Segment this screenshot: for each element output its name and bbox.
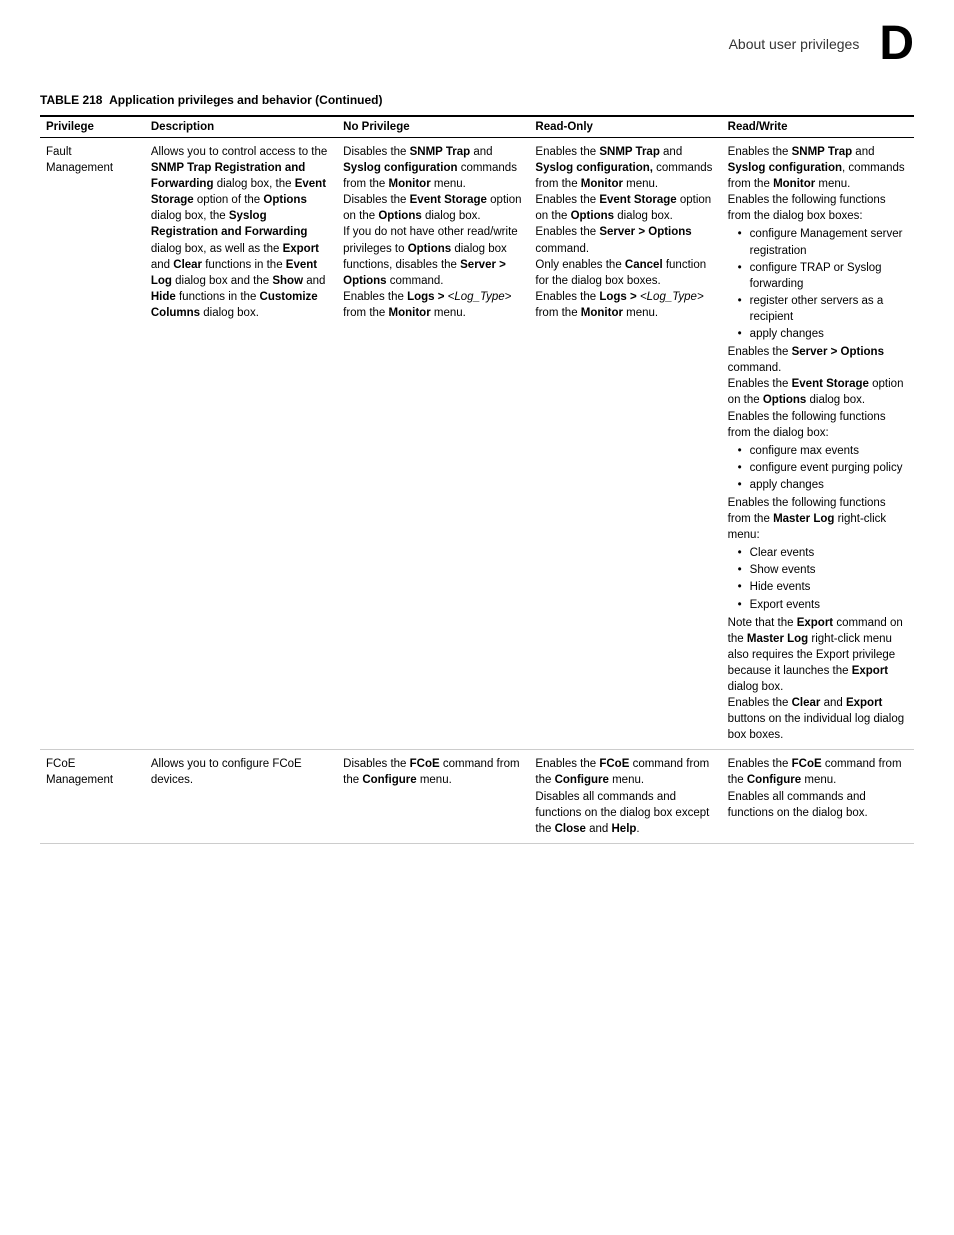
fault-read-only: Enables the SNMP Trap and Syslog configu… — [529, 138, 721, 750]
fault-description: Allows you to control access to the SNMP… — [145, 138, 337, 750]
fault-read-write: Enables the SNMP Trap and Syslog configu… — [722, 138, 914, 750]
privileges-table: Privilege Description No Privilege Read-… — [40, 115, 914, 844]
page-letter: D — [879, 20, 914, 68]
table-caption: TABLE 218 Application privileges and beh… — [40, 93, 914, 107]
col-header-privilege: Privilege — [40, 116, 145, 138]
fcoe-no-privilege: Disables the FCoE command from the Confi… — [337, 750, 529, 843]
privilege-name: Fault Management — [40, 138, 145, 750]
table-header-row: Privilege Description No Privilege Read-… — [40, 116, 914, 138]
fault-no-privilege: Disables the SNMP Trap and Syslog config… — [337, 138, 529, 750]
privilege-name: FCoE Management — [40, 750, 145, 843]
table-title-text: Application privileges and behavior (Con… — [109, 93, 382, 107]
col-header-noprivilege: No Privilege — [337, 116, 529, 138]
col-header-readonly: Read-Only — [529, 116, 721, 138]
table-row: FCoE Management Allows you to configure … — [40, 750, 914, 843]
page-header: About user privileges D — [40, 20, 914, 73]
fcoe-read-write: Enables the FCoE command from the Config… — [722, 750, 914, 843]
table-row: Fault Management Allows you to control a… — [40, 138, 914, 750]
page-title: About user privileges — [729, 36, 860, 52]
col-header-description: Description — [145, 116, 337, 138]
fcoe-read-only: Enables the FCoE command from the Config… — [529, 750, 721, 843]
fcoe-description: Allows you to configure FCoE devices. — [145, 750, 337, 843]
col-header-readwrite: Read/Write — [722, 116, 914, 138]
table-number: TABLE 218 — [40, 93, 102, 107]
